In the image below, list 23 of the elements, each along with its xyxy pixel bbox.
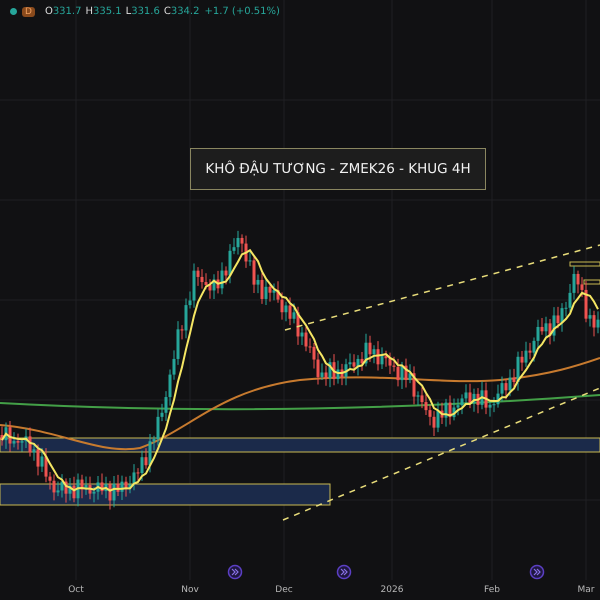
ohlc-value: 334.2 [170, 6, 200, 17]
ohlc-value: 331.7 [52, 6, 82, 17]
price-zone [584, 280, 600, 284]
price-zone [570, 262, 600, 266]
interval-badge: D [22, 6, 35, 16]
axis-label: Oct [68, 585, 84, 595]
event-marker-icon[interactable] [228, 564, 242, 580]
axis-label: Feb [484, 585, 500, 595]
ohlc-label: C [164, 6, 171, 17]
ohlc-label: O [44, 6, 53, 17]
ohlc-label: H [85, 6, 93, 17]
ohlc-value: 331.6 [131, 6, 160, 17]
ohlc-value: 335.1 [92, 6, 122, 17]
status-dot-icon [10, 8, 17, 15]
axis-label: Dec [275, 585, 293, 595]
event-marker-icon[interactable] [530, 564, 544, 580]
price-change: +1.7 (+0.51%) [204, 6, 280, 17]
axis-label: Mar [578, 585, 594, 595]
axis-label: Nov [181, 585, 199, 595]
axis-label: 2026 [380, 585, 404, 595]
ohlc-label: L [126, 6, 132, 17]
event-marker-icon[interactable] [336, 564, 352, 580]
chart-title: KHÔ ĐẬU TƯƠNG - ZMEK26 - KHUG 4H [190, 148, 486, 190]
